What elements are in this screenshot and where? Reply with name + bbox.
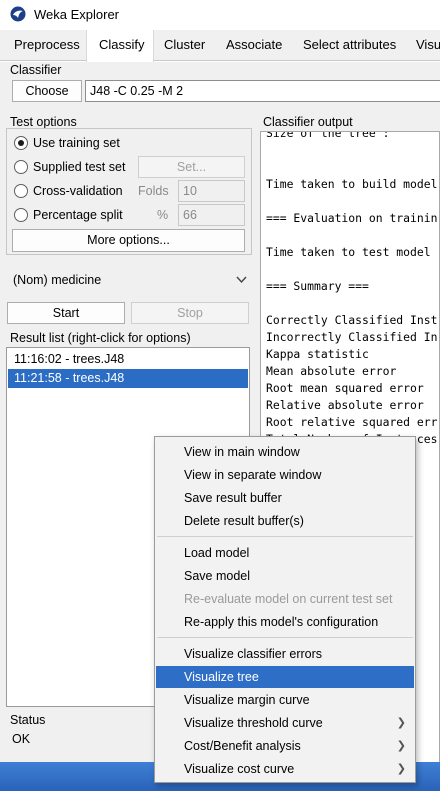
percentage-split-label: Percentage split (33, 208, 123, 222)
menu-re-evaluate-model[interactable]: Re-evaluate model on current test set (156, 588, 414, 610)
tab-preprocess[interactable]: Preprocess (14, 37, 80, 52)
status-label: Status (10, 713, 46, 727)
menu-re-apply-configuration[interactable]: Re-apply this model's configuration (156, 611, 414, 633)
output-line: Root relative squared err (266, 415, 438, 429)
menu-visualize-classifier-errors[interactable]: Visualize classifier errors (156, 643, 414, 665)
class-attribute-select[interactable]: (Nom) medicine (6, 268, 252, 292)
tab-classify[interactable]: Classify (99, 37, 145, 52)
folds-field[interactable]: 10 (178, 180, 245, 202)
classifier-group-label: Classifier (10, 63, 62, 77)
output-line: Mean absolute error (266, 364, 397, 378)
menu-visualize-threshold-curve[interactable]: Visualize threshold curve ❯ (156, 712, 414, 734)
output-line: Correctly Classified Inst (266, 313, 438, 327)
status-value: OK (12, 732, 31, 746)
supplied-test-set-radio[interactable] (14, 160, 28, 174)
output-line: Size of the tree : (266, 131, 390, 140)
output-line: Root mean squared error (266, 381, 424, 395)
menu-visualize-cost-curve-label: Visualize cost curve (184, 762, 295, 776)
menu-separator (157, 637, 413, 638)
result-item-selected[interactable]: 11:21:58 - trees.J48 (8, 369, 248, 388)
tab-select-attributes[interactable]: Select attributes (303, 37, 396, 52)
classifier-output-label: Classifier output (263, 115, 353, 129)
output-line: Time taken to build model (266, 177, 438, 191)
chevron-right-icon: ❯ (396, 740, 406, 752)
tab-cluster[interactable]: Cluster (164, 37, 205, 52)
classifier-spec-field[interactable]: J48 -C 0.25 -M 2 (85, 80, 440, 102)
output-line: Relative absolute error (266, 398, 424, 412)
chevron-right-icon: ❯ (396, 763, 406, 775)
result-list-label: Result list (right-click for options) (10, 331, 191, 345)
cross-validation-label: Cross-validation (33, 184, 123, 198)
result-item[interactable]: 11:16:02 - trees.J48 (8, 350, 248, 369)
menu-save-result-buffer[interactable]: Save result buffer (156, 487, 414, 509)
percentage-field[interactable]: 66 (178, 204, 245, 226)
percentage-split-radio[interactable] (14, 208, 28, 222)
result-context-menu: View in main window View in separate win… (154, 436, 416, 783)
menu-visualize-tree[interactable]: Visualize tree (156, 666, 414, 688)
title-bar: Weka Explorer (0, 0, 440, 30)
menu-load-model[interactable]: Load model (156, 542, 414, 564)
menu-save-model[interactable]: Save model (156, 565, 414, 587)
output-line: Time taken to test model (266, 245, 431, 259)
use-training-set-radio[interactable] (14, 136, 28, 150)
more-options-button[interactable]: More options... (12, 229, 245, 252)
choose-button[interactable]: Choose (12, 80, 82, 102)
menu-visualize-cost-curve[interactable]: Visualize cost curve ❯ (156, 758, 414, 780)
supplied-test-set-label: Supplied test set (33, 160, 126, 174)
tab-associate[interactable]: Associate (226, 37, 282, 52)
set-test-set-button[interactable]: Set... (138, 156, 245, 178)
output-line: === Evaluation on trainin (266, 211, 438, 225)
chevron-right-icon: ❯ (396, 717, 406, 729)
folds-label: Folds (138, 184, 169, 198)
weka-bird-icon (10, 6, 26, 22)
menu-view-in-main-window[interactable]: View in main window (156, 441, 414, 463)
chevron-down-icon (236, 276, 247, 284)
class-attribute-value: (Nom) medicine (13, 273, 102, 287)
percent-sign-label: % (157, 208, 169, 222)
menu-visualize-threshold-curve-label: Visualize threshold curve (184, 716, 323, 730)
menu-delete-result-buffers[interactable]: Delete result buffer(s) (156, 510, 414, 532)
menu-view-in-separate-window[interactable]: View in separate window (156, 464, 414, 486)
tab-visualize[interactable]: Visu (416, 37, 440, 52)
menu-cost-benefit-analysis[interactable]: Cost/Benefit analysis ❯ (156, 735, 414, 757)
output-line: === Summary === (266, 279, 369, 293)
use-training-set-label: Use training set (33, 136, 120, 150)
cross-validation-radio[interactable] (14, 184, 28, 198)
output-line: Kappa statistic (266, 347, 369, 361)
stop-button[interactable]: Stop (131, 302, 249, 324)
test-options-label: Test options (10, 115, 77, 129)
menu-separator (157, 536, 413, 537)
window-title: Weka Explorer (34, 7, 120, 22)
menu-visualize-margin-curve[interactable]: Visualize margin curve (156, 689, 414, 711)
start-button[interactable]: Start (7, 302, 125, 324)
output-line: Incorrectly Classified In (266, 330, 438, 344)
menu-cost-benefit-analysis-label: Cost/Benefit analysis (184, 739, 301, 753)
